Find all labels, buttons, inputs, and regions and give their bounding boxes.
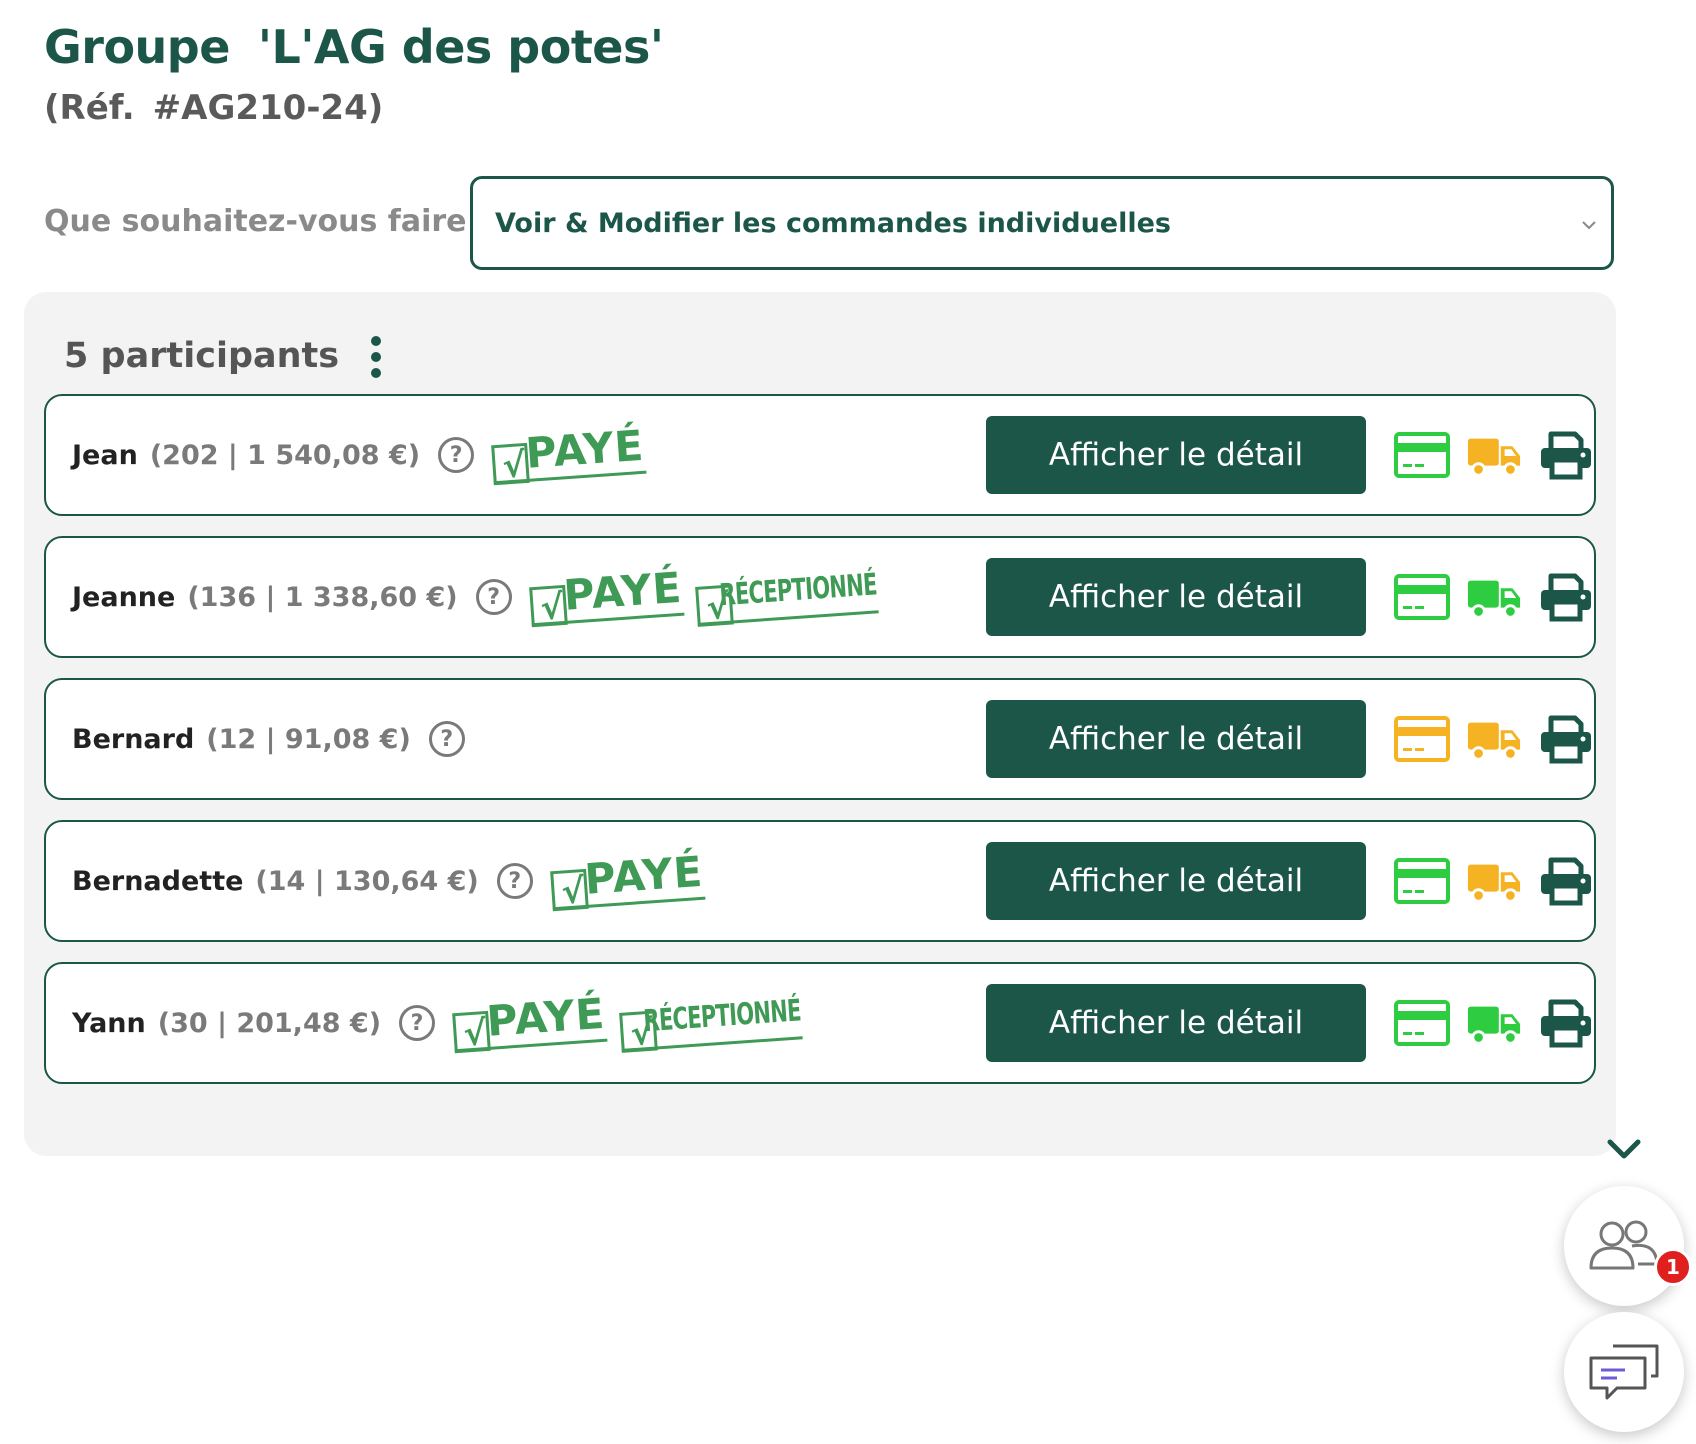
participant-summary: (202 | 1 540,08 €) (149, 439, 421, 471)
participant-name: Jeanne (72, 581, 176, 613)
group-reference: (Réf. #AG210-24) (44, 88, 383, 128)
participant-info: Jeanne (136 | 1 338,60 €)? √ PAYÉ √ RÉCEPTION… (72, 538, 879, 656)
page-title: Groupe 'L'AG des potes' (44, 20, 664, 74)
delivery-truck-icon[interactable] (1466, 572, 1522, 622)
received-stamp: √ RÉCEPTIONNÉ (617, 986, 803, 1057)
show-detail-button[interactable]: Afficher le détail (986, 700, 1366, 778)
participant-info: Bernard (12 | 91,08 €)? (72, 680, 483, 798)
printer-icon[interactable] (1538, 430, 1594, 480)
delivery-truck-icon[interactable] (1466, 430, 1522, 480)
show-detail-button[interactable]: Afficher le détail (986, 558, 1366, 636)
participant-name: Yann (72, 1007, 146, 1039)
participant-row: Jeanne (136 | 1 338,60 €)? √ PAYÉ √ RÉCEPTION… (44, 536, 1596, 658)
printer-icon[interactable] (1538, 856, 1594, 906)
chat-icon (1589, 1344, 1659, 1400)
status-icons (1394, 714, 1610, 764)
action-select[interactable]: Voir & Modifier les commandes individuel… (470, 176, 1614, 270)
action-select-label: Que souhaitez-vous faire ? (44, 204, 495, 239)
show-detail-button[interactable]: Afficher le détail (986, 984, 1366, 1062)
chevron-down-icon (1582, 221, 1596, 230)
participant-row: Yann (30 | 201,48 €)? √ PAYÉ √ RÉCEPTIONNÉ Aff… (44, 962, 1596, 1084)
show-detail-button[interactable]: Afficher le détail (986, 842, 1366, 920)
participant-summary: (12 | 91,08 €) (206, 723, 411, 755)
notification-badge: 1 (1654, 1248, 1692, 1286)
chat-fab-button[interactable] (1564, 1312, 1684, 1432)
show-detail-button[interactable]: Afficher le détail (986, 416, 1366, 494)
paid-stamp: √ PAYÉ (490, 420, 647, 489)
participant-summary: (30 | 201,48 €) (157, 1007, 382, 1039)
status-icons (1394, 572, 1610, 622)
status-icons (1394, 998, 1610, 1048)
delivery-truck-icon[interactable] (1466, 998, 1522, 1048)
credit-card-icon[interactable] (1394, 714, 1450, 764)
group-name: 'L'AG des potes' (257, 20, 664, 74)
help-icon[interactable]: ? (475, 579, 512, 615)
reference-prefix: (Réf. (44, 88, 135, 128)
delivery-truck-icon[interactable] (1466, 714, 1522, 764)
paid-stamp: √ PAYÉ (527, 562, 684, 631)
participant-row: Bernard (12 | 91,08 €)? Afficher le détail (44, 678, 1596, 800)
participant-info: Yann (30 | 201,48 €)? √ PAYÉ √ RÉCEPTIONNÉ (72, 964, 803, 1082)
participant-row: Bernadette (14 | 130,64 €)? √ PAYÉ Afficher … (44, 820, 1596, 942)
participant-name: Bernard (72, 723, 195, 755)
paid-stamp: √ PAYÉ (451, 988, 608, 1057)
participant-summary: (136 | 1 338,60 €) (187, 581, 458, 613)
credit-card-icon[interactable] (1394, 430, 1450, 480)
participant-row: Jean (202 | 1 540,08 €)? √ PAYÉ Afficher le … (44, 394, 1596, 516)
reference-code: #AG210-24) (152, 88, 384, 128)
credit-card-icon[interactable] (1394, 572, 1450, 622)
participants-count-title: 5 participants (64, 336, 340, 376)
status-icons (1394, 856, 1610, 906)
participant-info: Jean (202 | 1 540,08 €)? √ PAYÉ (72, 396, 659, 514)
participant-name: Jean (72, 439, 138, 471)
credit-card-icon[interactable] (1394, 998, 1450, 1048)
more-options-icon[interactable] (364, 336, 388, 380)
page-title-prefix: Groupe (44, 20, 230, 74)
people-icon (1589, 1220, 1659, 1270)
paid-stamp: √ PAYÉ (548, 846, 705, 915)
participant-summary: (14 | 130,64 €) (255, 865, 479, 897)
scroll-down-chevron-icon[interactable] (1604, 1134, 1644, 1164)
participant-name: Bernadette (72, 865, 244, 897)
delivery-truck-icon[interactable] (1466, 856, 1522, 906)
participants-panel: 5 participants Jean (202 | 1 540,08 €)? √ P… (24, 292, 1616, 1156)
participants-fab-button[interactable]: 1 (1564, 1186, 1692, 1306)
credit-card-icon[interactable] (1394, 856, 1450, 906)
printer-icon[interactable] (1538, 714, 1594, 764)
received-stamp: √ RÉCEPTIONNÉ (694, 560, 879, 631)
printer-icon[interactable] (1538, 572, 1594, 622)
participant-info: Bernadette (14 | 130,64 €)? √ PAYÉ (72, 822, 717, 940)
help-icon[interactable]: ? (438, 437, 475, 473)
action-select-value: Voir & Modifier les commandes individuel… (495, 207, 1172, 239)
printer-icon[interactable] (1538, 998, 1594, 1048)
help-icon[interactable]: ? (496, 863, 533, 899)
help-icon[interactable]: ? (428, 721, 465, 757)
help-icon[interactable]: ? (399, 1005, 436, 1041)
status-icons (1394, 430, 1610, 480)
